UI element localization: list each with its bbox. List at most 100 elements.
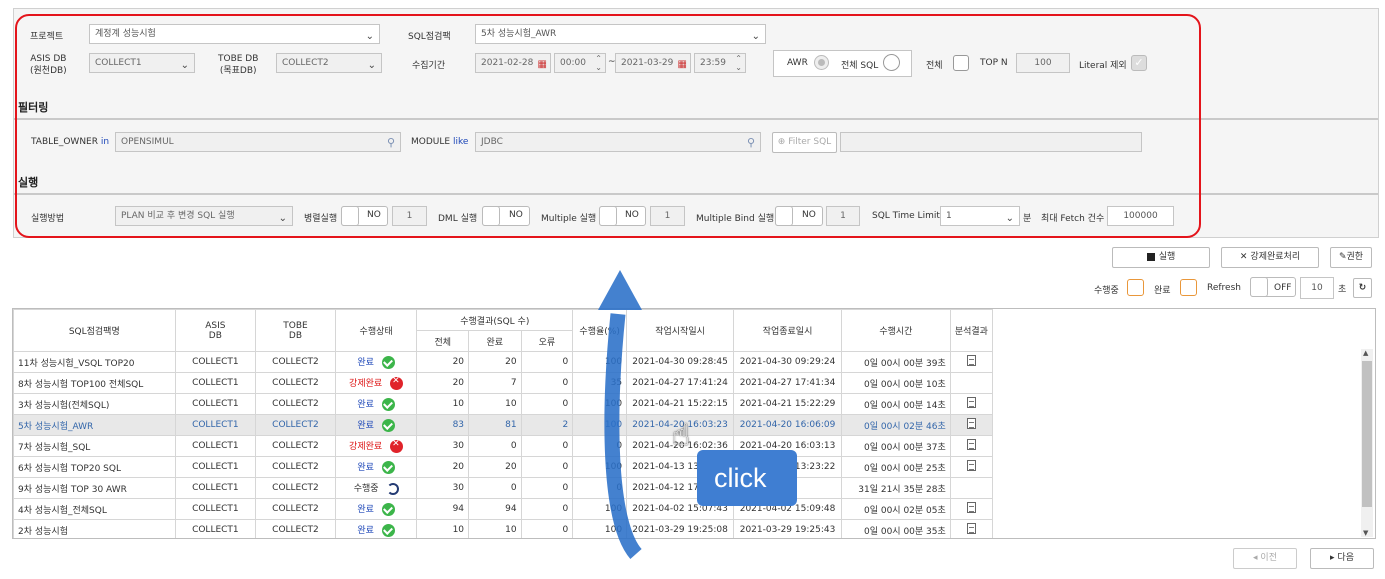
table-row[interactable]: 7차 성능시험_SQLCOLLECT1COLLECT2강제완료300002021… [13,435,994,457]
cell-doc [949,372,994,394]
cell-err: 0 [520,456,574,478]
pointer-hand-icon: ☝ [672,418,691,453]
cell-end: 2021-04-21 15:22:29 [733,393,842,415]
cell-done: 0 [468,477,522,499]
table-row[interactable]: 9차 성능시험 TOP 30 AWR COLLECT1 COLLECT2 수행중 30 0… [13,477,994,499]
cell-tobe: COLLECT2 [255,393,336,415]
refresh-label: Refresh [1207,283,1241,293]
sec-label: 초 [1338,285,1347,295]
run-button[interactable]: 실행 [1112,247,1210,268]
cell-done: 81 [468,414,522,436]
cell-tobe: COLLECT2 [255,414,336,436]
cell-name: 2차 성능시험 [13,519,176,538]
document-icon[interactable] [966,418,976,429]
cell-state: 완료 [334,498,418,520]
document-icon[interactable] [966,523,976,534]
cell-done: 94 [468,498,522,520]
table-row[interactable]: 11차 성능시험_VSQL TOP20 COLLECT1 COLLECT2 완료 20 2… [13,351,994,373]
scrollbar-thumb[interactable] [1362,361,1372,507]
table-row[interactable]: 4차 성능시험_전체SQL COLLECT1 COLLECT2 완료 94 94 0 100 2… [13,498,994,520]
document-icon[interactable] [966,355,976,366]
scrollbar[interactable]: ▲ ▼ [1361,349,1373,537]
cell-name: 5차 성능시험_AWR [13,414,176,436]
check-circle-icon [381,461,395,474]
prev-button[interactable]: ◂ 이전 [1233,548,1297,569]
cell-asis: COLLECT1 [174,414,257,436]
cell-time: 31일 21시 35분 28초 [840,477,951,499]
cell-name: 7차 성능시험_SQL [13,435,176,457]
cell-err: 0 [520,393,574,415]
cell-doc [949,414,994,436]
cell-name: 6차 성능시험 TOP20 SQL [13,456,176,478]
cell-total: 30 [416,435,470,457]
auth-button[interactable]: ✎권한 [1330,247,1372,268]
cell-tobe: COLLECT2 [255,351,336,373]
check-circle-icon [381,398,395,411]
cell-total: 83 [416,414,470,436]
close-icon: ✕ [1239,252,1248,262]
col-err[interactable]: 오류 [520,330,574,352]
cell-state: 완료 [334,351,418,373]
error-circle-icon [390,439,404,453]
cell-asis: COLLECT1 [174,393,257,415]
play-icon [1146,252,1155,261]
col-time[interactable]: 수행시간 [840,309,951,352]
table-row[interactable]: 8차 성능시험 TOP100 전체SQL COLLECT1 COLLECT2 강제완료… [13,372,994,394]
col-state[interactable]: 수행상태 [334,309,418,352]
next-button[interactable]: ▸ 다음 [1310,548,1374,569]
col-total[interactable]: 전체 [416,330,470,352]
cell-tobe: COLLECT2 [255,519,336,538]
table-row[interactable]: 2차 성능시험 COLLECT1 COLLECT2 완료 10 10 0 100 2021-03… [13,519,994,538]
table-row[interactable]: 3차 성능시험(전체SQL) COLLECT1 COLLECT2 완료 10 10 0 100… [13,393,994,415]
cell-tobe: COLLECT2 [255,372,336,394]
cell-asis: COLLECT1 [174,372,257,394]
cell-state: 강제완료 [334,372,418,394]
cell-time: 0일 00시 02분 05초 [840,498,951,520]
cell-err: 0 [520,477,574,499]
done-label: 완료 [1154,286,1171,296]
document-icon[interactable] [966,502,976,513]
click-annotation: click [697,450,797,506]
col-tobe[interactable]: TOBE DB [255,309,336,352]
cell-done: 10 [468,519,522,538]
running-spinner-icon [386,482,399,495]
table-row[interactable]: 5차 성능시험_AWR COLLECT1 COLLECT2 완료 83 81 2 100 202… [13,414,994,436]
refresh-toggle[interactable]: OFF [1250,277,1296,297]
col-done[interactable]: 완료 [468,330,522,352]
cell-total: 10 [416,393,470,415]
running-checkbox[interactable] [1127,279,1144,296]
cell-time: 0일 00시 02분 46초 [840,414,951,436]
col-asis[interactable]: ASIS DB [174,309,257,352]
cell-err: 0 [520,498,574,520]
chevron-right-icon: ▸ [1330,553,1335,563]
cell-err: 0 [520,372,574,394]
cell-total: 20 [416,351,470,373]
document-icon[interactable] [966,460,976,471]
col-end[interactable]: 작업종료일시 [733,309,842,352]
cell-asis: COLLECT1 [174,477,257,499]
force-complete-button[interactable]: ✕ 강제완료처리 [1221,247,1319,268]
col-name[interactable]: SQL점검팩명 [13,309,176,352]
table-row[interactable]: 6차 성능시험 TOP20 SQL COLLECT1 COLLECT2 완료 20 20 0… [13,456,994,478]
cell-doc [949,435,994,457]
done-checkbox[interactable] [1180,279,1197,296]
col-analysis[interactable]: 분석결과 [949,309,994,352]
cell-name: 9차 성능시험 TOP 30 AWR [13,477,176,499]
chevron-left-icon: ◂ [1253,553,1258,563]
check-circle-icon [381,503,395,516]
refresh-interval-input[interactable]: 10 [1300,277,1334,299]
cell-end: 2021-03-29 19:25:43 [733,519,842,538]
document-icon[interactable] [966,397,976,408]
scroll-up-icon[interactable]: ▲ [1363,349,1368,357]
cell-doc [949,351,994,373]
cell-doc [949,477,994,499]
cell-time: 0일 00시 00분 25초 [840,456,951,478]
document-icon[interactable] [966,439,976,450]
highlight-frame [15,14,1201,238]
scroll-down-icon[interactable]: ▼ [1363,529,1368,537]
cell-total: 94 [416,498,470,520]
refresh-icon[interactable]: ↻ [1353,278,1372,298]
cell-state: 강제완료 [334,435,418,457]
cell-name: 3차 성능시험(전체SQL) [13,393,176,415]
check-circle-icon [381,356,395,369]
